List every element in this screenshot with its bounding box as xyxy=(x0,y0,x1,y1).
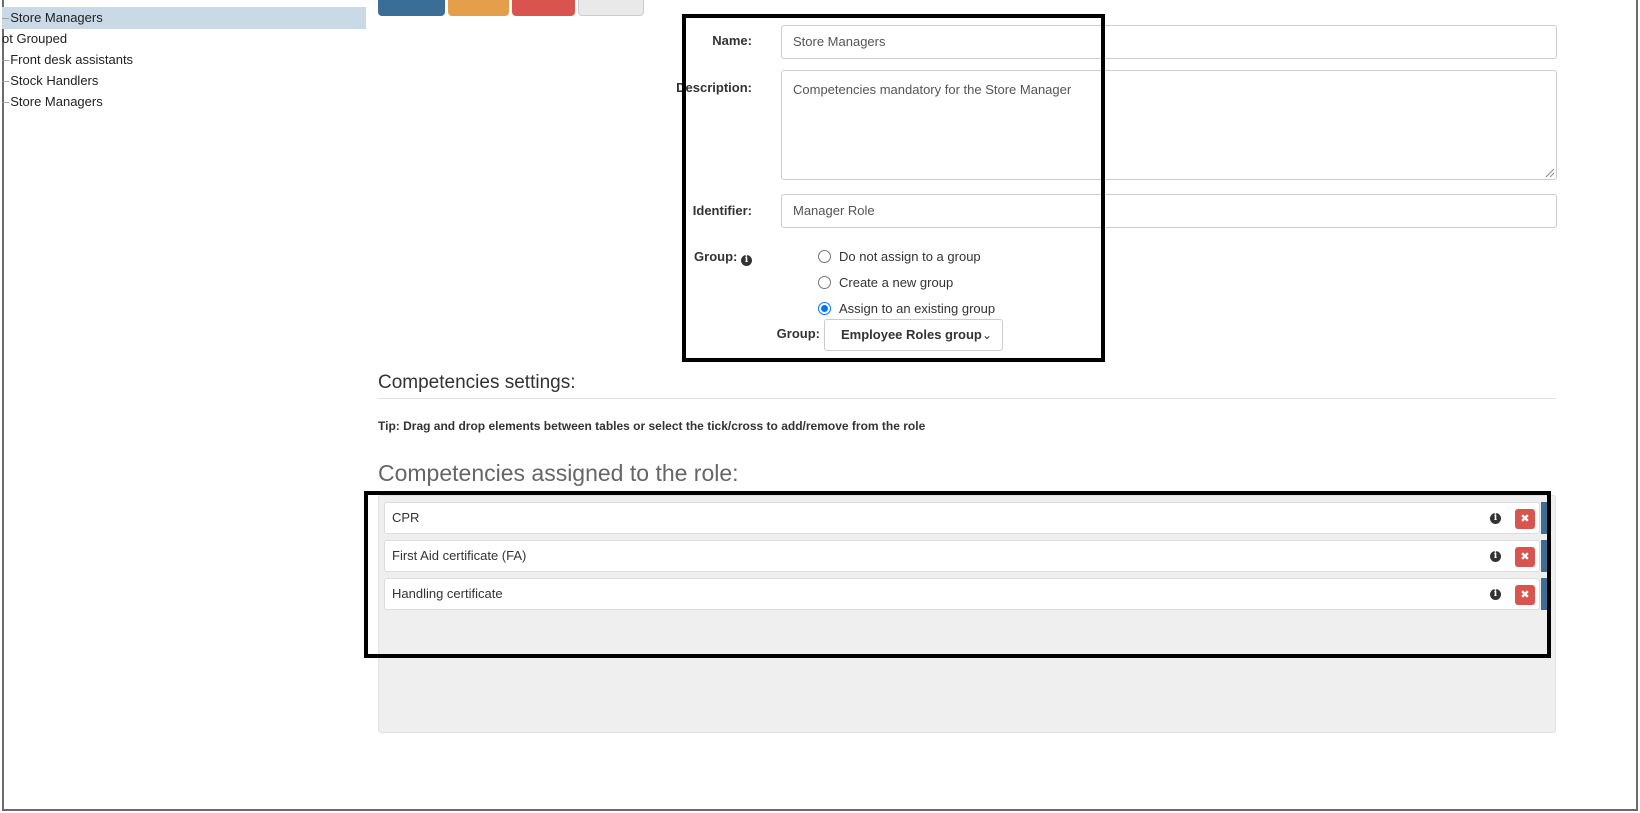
delete-button[interactable] xyxy=(512,0,575,16)
tree-item-stock-handlers[interactable]: –Stock Handlers xyxy=(2,70,98,92)
competencies-settings-title: Competencies settings: xyxy=(378,372,576,393)
cancel-button[interactable] xyxy=(578,0,644,16)
tree-item-front-desk-assistants[interactable]: –Front desk assistants xyxy=(2,49,133,71)
drag-drop-tip: Tip: Drag and drop elements between tabl… xyxy=(378,419,926,433)
tree-item-label: ot Grouped xyxy=(2,31,68,46)
update-button[interactable] xyxy=(378,0,445,16)
tree-item-store-managers-selected[interactable]: –Store Managers xyxy=(2,7,366,29)
tree-item-label: Stock Handlers xyxy=(10,73,99,88)
highlight-box-form xyxy=(682,14,1105,362)
highlight-box-competencies xyxy=(364,491,1551,658)
resize-handle-icon[interactable] xyxy=(1545,168,1554,177)
tree-item-store-managers[interactable]: –Store Managers xyxy=(2,91,103,113)
tree-item-label: Store Managers xyxy=(10,94,103,109)
tree-group-not-grouped[interactable]: ot Grouped xyxy=(2,28,67,50)
tree-item-label: Front desk assistants xyxy=(10,52,134,67)
section-divider xyxy=(378,398,1556,399)
assigned-competencies-title: Competencies assigned to the role: xyxy=(378,460,739,486)
tree-item-label: Store Managers xyxy=(10,10,103,25)
edit-button[interactable] xyxy=(448,0,509,16)
